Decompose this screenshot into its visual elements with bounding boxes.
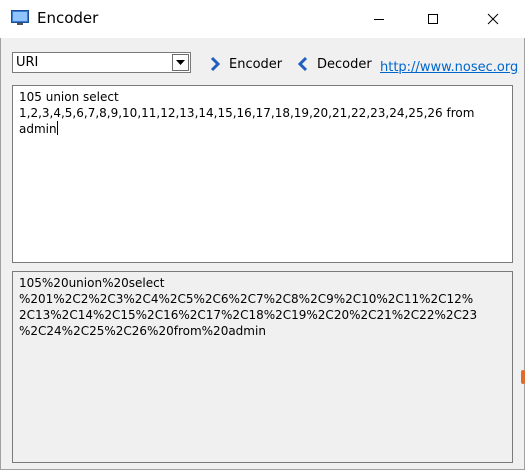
decoder-button[interactable]: Decoder xyxy=(295,52,377,76)
mode-select-value: URI xyxy=(16,55,39,70)
edge-marker xyxy=(521,370,525,384)
decoder-button-label: Decoder xyxy=(317,56,372,72)
mode-select-arrow[interactable] xyxy=(172,54,189,71)
mode-select[interactable]: URI xyxy=(12,52,191,73)
maximize-icon xyxy=(428,14,438,24)
encoder-button-label: Encoder xyxy=(229,56,283,72)
minimize-button[interactable] xyxy=(356,0,402,38)
chevron-down-icon xyxy=(176,59,185,65)
input-text: 105 union select 1,2,3,4,5,6,7,8,9,10,11… xyxy=(19,90,475,136)
client-area: URI Encoder Decoder http://www.nosec.org… xyxy=(1,38,524,469)
title-bar: Encoder xyxy=(0,0,525,38)
maximize-button[interactable] xyxy=(410,0,456,38)
output-text: 105%20union%20select %201%2C2%2C3%2C4%2C… xyxy=(19,276,478,338)
text-caret xyxy=(56,121,58,135)
window-title: Encoder xyxy=(37,9,99,27)
nosec-link[interactable]: http://www.nosec.org xyxy=(380,60,518,75)
close-icon xyxy=(487,13,499,25)
chevron-left-icon xyxy=(297,56,308,72)
app-icon xyxy=(11,10,29,25)
encoder-button[interactable]: Encoder xyxy=(207,52,287,76)
input-textarea[interactable]: 105 union select 1,2,3,4,5,6,7,8,9,10,11… xyxy=(12,85,513,263)
chevron-right-icon xyxy=(210,56,221,72)
close-button[interactable] xyxy=(470,0,516,38)
minimize-icon xyxy=(374,19,384,20)
output-textarea[interactable]: 105%20union%20select %201%2C2%2C3%2C4%2C… xyxy=(12,271,513,463)
